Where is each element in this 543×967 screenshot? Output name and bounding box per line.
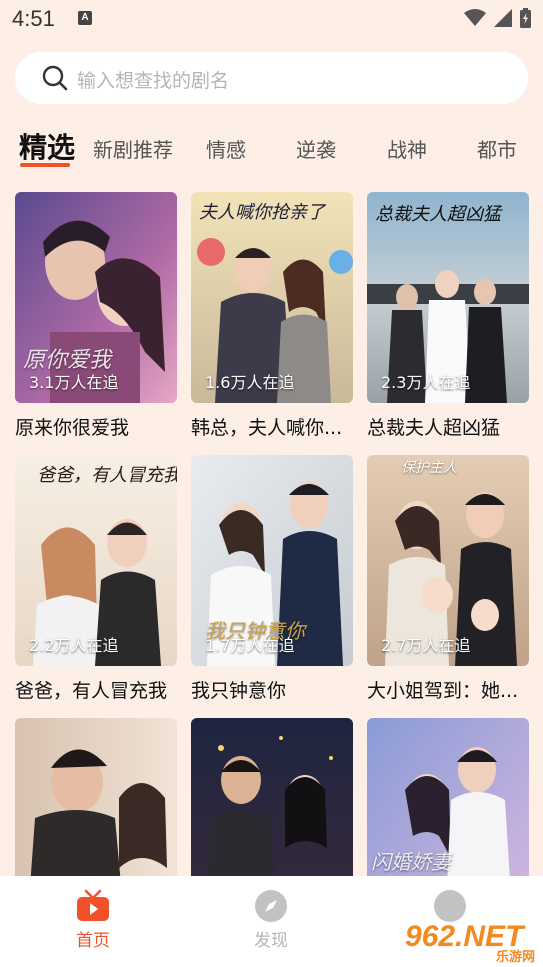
nav-discover[interactable]: 发现: [231, 888, 311, 951]
drama-grid: 原你爱我 3.1万人在追 原来你很爱我 夫人喊你抢亲了 1.6万人在追 韩总，夫…: [15, 192, 529, 882]
follower-count: 1.7万人在追: [205, 636, 295, 655]
drama-card[interactable]: 原你爱我 3.1万人在追 原来你很爱我: [15, 192, 177, 441]
drama-title: 我只钟意你: [191, 680, 287, 702]
wifi-icon: [464, 9, 486, 26]
signal-icon: [494, 9, 512, 27]
poster-image: 闪婚娇妻: [367, 718, 529, 882]
drama-card[interactable]: 保护主人 2.7万人在追 大小姐驾到：她...: [367, 455, 529, 704]
drama-card[interactable]: 夫人喊你抢亲了 1.6万人在追 韩总，夫人喊你...: [191, 192, 353, 441]
poster-art-title: 总裁夫人超凶猛: [375, 204, 501, 225]
nav-discover-label: 发现: [254, 931, 288, 951]
poster-image: 爸爸，有人冒充我 2.2万人在追: [15, 455, 177, 666]
status-time: 4:51: [12, 6, 55, 31]
search-icon: [42, 65, 68, 91]
follower-count: 2.2万人在追: [29, 636, 119, 655]
search-bar[interactable]: 输入想查找的剧名: [15, 52, 528, 104]
nav-home-label: 首页: [76, 931, 110, 951]
poster-art-title: 保护主人: [401, 460, 457, 476]
tab-featured[interactable]: 精选: [19, 126, 75, 166]
drama-title: 原来你很爱我: [15, 417, 130, 439]
notification-a-icon: A: [78, 11, 92, 25]
poster-art-title: 夫人喊你抢亲了: [199, 202, 325, 223]
watermark-sub: 乐游网: [495, 950, 535, 965]
poster-image: 原你爱我 3.1万人在追: [15, 192, 177, 403]
tab-war-god[interactable]: 战神: [387, 134, 427, 163]
poster-image: 我只钟意你 1.7万人在追: [191, 455, 353, 666]
active-tab-indicator: [20, 163, 70, 167]
status-bar: 4:51 A: [0, 0, 543, 40]
tab-new-drama[interactable]: 新剧推荐: [93, 134, 173, 163]
drama-card[interactable]: [15, 718, 177, 882]
category-tabs: 精选 新剧推荐 情感 逆袭 战神 都市: [0, 120, 543, 176]
drama-title: 总裁夫人超凶猛: [367, 417, 501, 439]
poster-image: [15, 718, 177, 882]
poster-image: 保护主人 2.7万人在追: [367, 455, 529, 666]
follower-count: 1.6万人在追: [205, 373, 295, 392]
drama-title: 韩总，夫人喊你...: [191, 417, 343, 439]
drama-card[interactable]: 闪婚娇妻: [367, 718, 529, 882]
profile-icon: [434, 890, 466, 922]
drama-card[interactable]: 爸爸，有人冒充我 2.2万人在追 爸爸，有人冒充我: [15, 455, 177, 704]
status-icons: [464, 8, 531, 28]
tab-urban[interactable]: 都市: [477, 134, 517, 163]
tab-emotion[interactable]: 情感: [206, 134, 246, 163]
search-input[interactable]: 输入想查找的剧名: [77, 66, 229, 93]
compass-icon: [255, 890, 287, 922]
poster-art-title: 闪婚娇妻: [371, 850, 451, 874]
poster-art-title: 爸爸，有人冒充我: [37, 465, 177, 486]
drama-card[interactable]: 总裁夫人超凶猛 2.3万人在追 总裁夫人超凶猛: [367, 192, 529, 441]
poster-image: 总裁夫人超凶猛 2.3万人在追: [367, 192, 529, 403]
tv-icon: [77, 889, 109, 921]
drama-card[interactable]: 我只钟意你 1.7万人在追 我只钟意你: [191, 455, 353, 704]
poster-image: 夫人喊你抢亲了 1.6万人在追: [191, 192, 353, 403]
drama-title: 大小姐驾到：她...: [367, 680, 519, 702]
poster-image: 龙门红娘: [191, 718, 353, 882]
follower-count: 3.1万人在追: [29, 373, 119, 392]
nav-home[interactable]: 首页: [53, 888, 133, 951]
watermark-logo: 962.NET 乐游网: [405, 920, 537, 965]
follower-count: 2.3万人在追: [381, 373, 471, 392]
follower-count: 2.7万人在追: [381, 636, 471, 655]
battery-icon: [520, 8, 531, 28]
drama-card[interactable]: 龙门红娘: [191, 718, 353, 882]
drama-title: 爸爸，有人冒充我: [15, 680, 168, 702]
tab-comeback[interactable]: 逆袭: [296, 134, 336, 163]
